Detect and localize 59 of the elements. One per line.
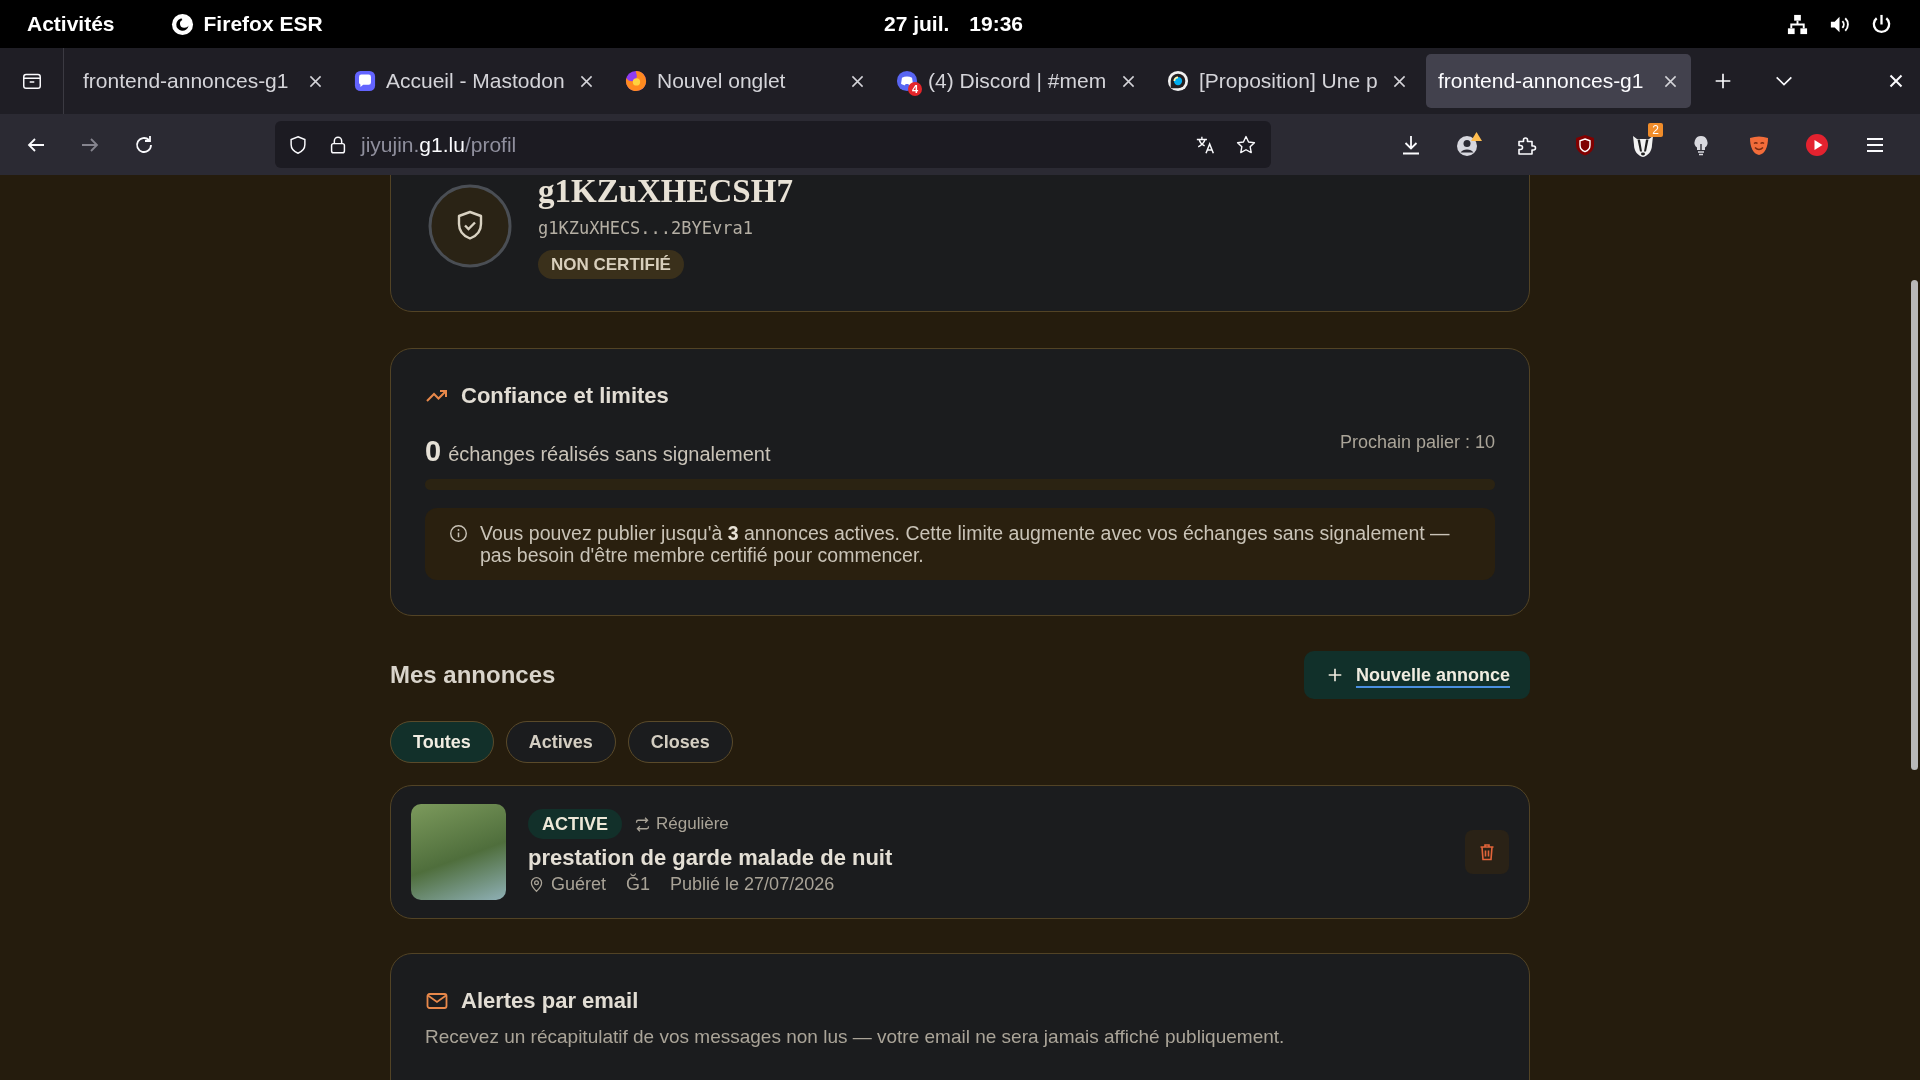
- profile-name: g1KZuXHECSH7: [538, 175, 793, 210]
- notification-badge: 4: [908, 82, 922, 96]
- site-logo-icon: [625, 70, 647, 92]
- site-logo-icon: [354, 70, 376, 92]
- scrollbar-thumb[interactable]: [1911, 280, 1918, 770]
- listing-title[interactable]: prestation de garde malade de nuit: [528, 845, 893, 871]
- tab-title: [Proposition] Une p: [1199, 69, 1379, 93]
- exchange-count: 0: [425, 434, 442, 469]
- browser-tab[interactable]: Accueil - Mastodon: [342, 54, 607, 108]
- publish-date: Publié le 27/07/2026: [670, 873, 835, 895]
- map-pin-icon: [528, 875, 545, 893]
- shield-icon[interactable]: [287, 133, 309, 156]
- tab-title: (4) Discord | #mem: [928, 69, 1108, 93]
- browser-tab[interactable]: Nouvel onglet: [613, 54, 878, 108]
- url-text: jiyujin.g1.lu/profil: [361, 132, 517, 157]
- filter-tab[interactable]: Toutes: [390, 721, 494, 763]
- app-menu-button[interactable]: Firefox ESR: [157, 6, 336, 42]
- status-badge: ACTIVE: [528, 809, 622, 839]
- browser-tab[interactable]: frontend-annonces-g1: [1426, 54, 1691, 108]
- card-title: Confiance et limites: [461, 383, 669, 409]
- tab-title: Nouvel onglet: [657, 69, 787, 93]
- power-icon[interactable]: [1870, 12, 1893, 36]
- certification-badge: NON CERTIFIÉ: [538, 250, 684, 279]
- browser-tab[interactable]: [Proposition] Une p: [1155, 54, 1420, 108]
- info-icon: [449, 524, 468, 543]
- browser-tab[interactable]: frontend-annonces-g1: [71, 54, 336, 108]
- filter-tab[interactable]: Closes: [627, 721, 733, 763]
- info-text: Vous pouvez publier jusqu'à 3 annonces actives. Cette limite augmente avec vos échanges sans signalement — pas besoin d'être membre certifié pour commencer.: [480, 522, 1451, 566]
- tab-title: frontend-annonces-g1: [83, 69, 290, 93]
- repeat-icon: [634, 815, 651, 833]
- play-icon[interactable]: [1805, 132, 1829, 157]
- browser-tab[interactable]: 4 (4) Discord | #mem: [884, 54, 1149, 108]
- network-icon[interactable]: [1786, 12, 1809, 36]
- alerts-description: Recevez un récapitulatif de vos messages non lus — votre email ne sera jamais affiché publiquement.: [425, 1025, 1286, 1049]
- wallet-address: g1KZuXHECS...2BYEvra1: [538, 218, 753, 238]
- site-logo-icon: [1167, 70, 1189, 92]
- filter-tab[interactable]: Actives: [505, 721, 616, 763]
- address-bar[interactable]: jiyujin.g1.lu/profil: [275, 121, 1271, 168]
- card-title: Alertes par email: [461, 988, 639, 1014]
- listing-card[interactable]: ACTIVE Régulière prestation de garde malade de nuit Guéret Ğ1 Publié le 27/07/2026: [390, 785, 1530, 919]
- shield-icon[interactable]: [1573, 132, 1597, 157]
- tab-title: Accueil - Mastodon: [386, 69, 566, 93]
- notification-badge: 2: [1648, 122, 1663, 137]
- activities-button[interactable]: Activités: [14, 6, 128, 42]
- exchange-count-label: échanges réalisés sans signalement: [448, 442, 771, 467]
- section-title: Mes annonces: [390, 661, 556, 689]
- location-text: Guéret: [551, 873, 607, 895]
- next-tier-text: Prochain palier : 10: [1339, 431, 1495, 453]
- new-listing-button[interactable]: Nouvelle annonce: [1303, 651, 1530, 699]
- clock-time[interactable]: 19:36: [969, 12, 1024, 36]
- currency-text: Ğ1: [626, 873, 651, 895]
- account-warning-icon[interactable]: [1455, 130, 1483, 159]
- tab-title: frontend-annonces-g1: [1438, 69, 1645, 93]
- shield-check-icon: [428, 183, 512, 268]
- frequency-label: Régulière: [656, 814, 729, 834]
- app-logo-icon: [170, 12, 194, 36]
- clock-date[interactable]: 27 juil.: [883, 12, 950, 36]
- delete-button[interactable]: [1465, 830, 1509, 874]
- star-icon[interactable]: [1235, 133, 1257, 156]
